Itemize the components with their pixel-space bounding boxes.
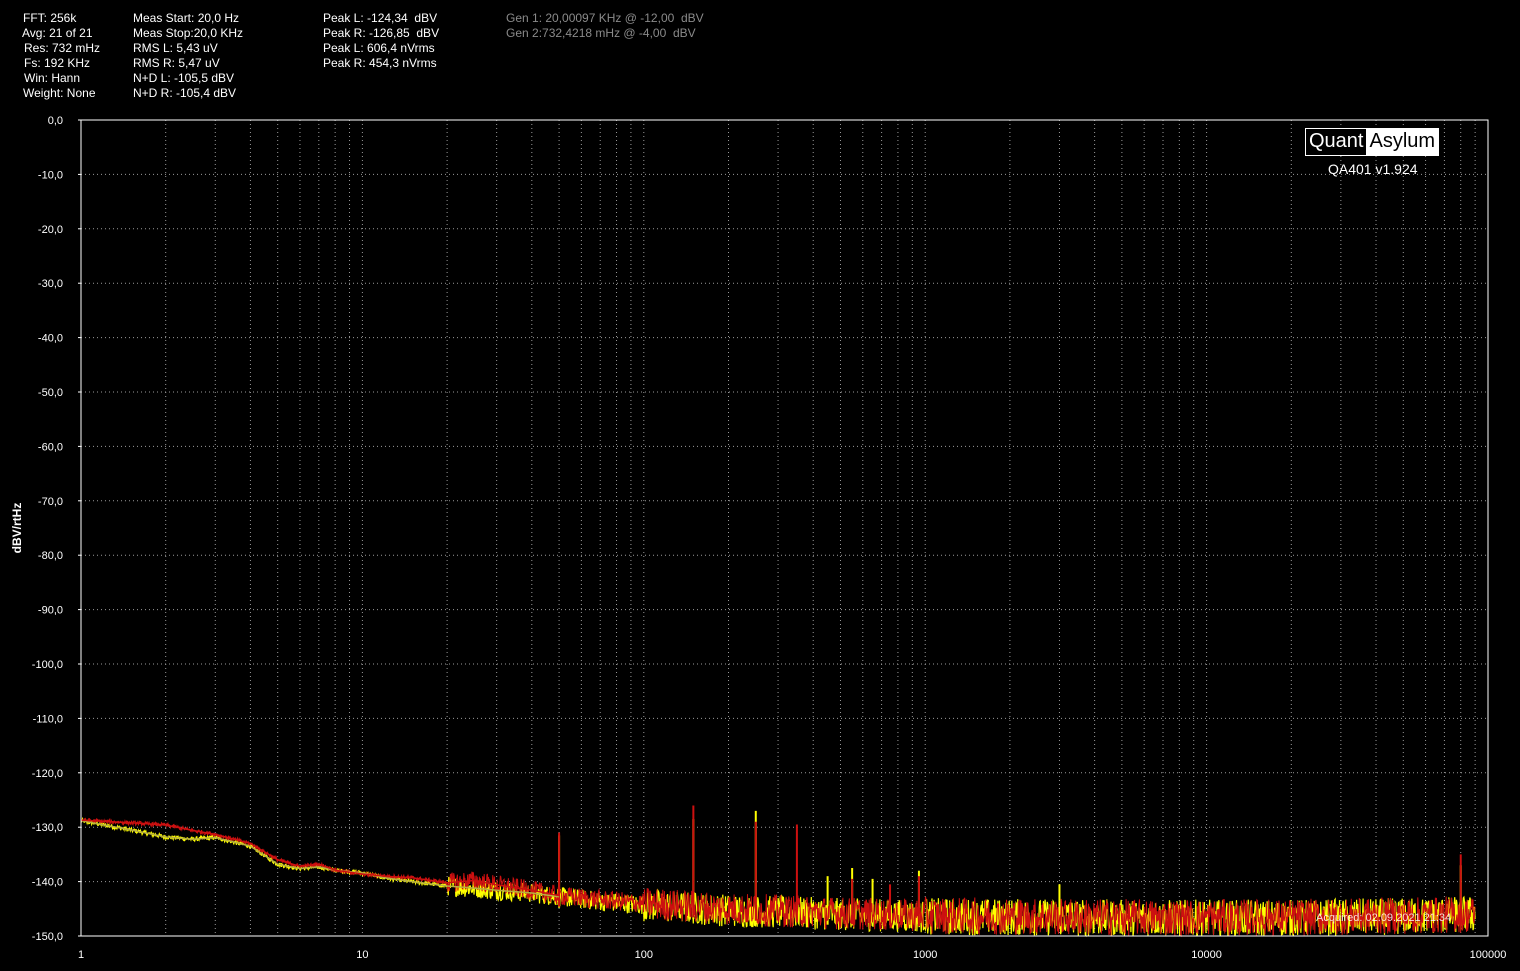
y-tick-label: 0,0: [48, 115, 63, 127]
x-tick-label: 100: [635, 949, 653, 961]
analyzer-window: FFT: 256k Avg: 21 of 21 Res: 732 mHz Fs:…: [0, 0, 1520, 971]
y-tick-label: -50,0: [38, 387, 63, 399]
y-tick-label: -60,0: [38, 441, 63, 453]
acquired-timestamp: Acquired: 02.09.2021 21:34: [1316, 912, 1452, 924]
y-tick-label: -140,0: [32, 877, 63, 889]
y-tick-label: -80,0: [38, 550, 63, 562]
logo-quant: Quant: [1306, 129, 1367, 155]
y-tick-label: -20,0: [38, 224, 63, 236]
quantasylum-logo: Quant Asylum: [1305, 128, 1440, 156]
y-tick-label: -40,0: [38, 333, 63, 345]
series-right-channel-lowfreq: [80, 819, 560, 898]
logo-asylum: Asylum: [1366, 129, 1439, 155]
x-tick-label: 10: [356, 949, 368, 961]
version-label: QA401 v1.924: [1328, 161, 1418, 177]
y-tick-label: -30,0: [38, 278, 63, 290]
y-tick-label: -70,0: [38, 496, 63, 508]
y-tick-label: -100,0: [32, 659, 63, 671]
x-tick-label: 1: [78, 949, 84, 961]
x-tick-label: 10000: [1191, 949, 1222, 961]
x-tick-label: 100000: [1470, 949, 1507, 961]
plot-frame: [80, 119, 1489, 937]
y-tick-label: -150,0: [32, 931, 63, 943]
y-tick-label: -110,0: [33, 713, 63, 725]
y-tick-label: -10,0: [38, 169, 63, 181]
y-axis: 0,0 -10,0 -20,0 -30,0 -40,0 -50,0 -60,0 -70,0 -8…: [32, 115, 81, 943]
spectrum-chart[interactable]: 1 10 100 1000 10000 100000 0,0 -10,0 -20,0 -30,0…: [0, 0, 1520, 971]
y-tick-label: -120,0: [32, 768, 63, 780]
series: [80, 805, 1476, 938]
y-tick-label: -90,0: [38, 605, 63, 617]
x-tick-label: 1000: [913, 949, 937, 961]
y-axis-label: dBV/rtHz: [10, 503, 24, 554]
x-axis: 1 10 100 1000 10000 100000: [78, 949, 1506, 961]
y-tick-label: -130,0: [32, 822, 63, 834]
grid: [81, 120, 1488, 936]
